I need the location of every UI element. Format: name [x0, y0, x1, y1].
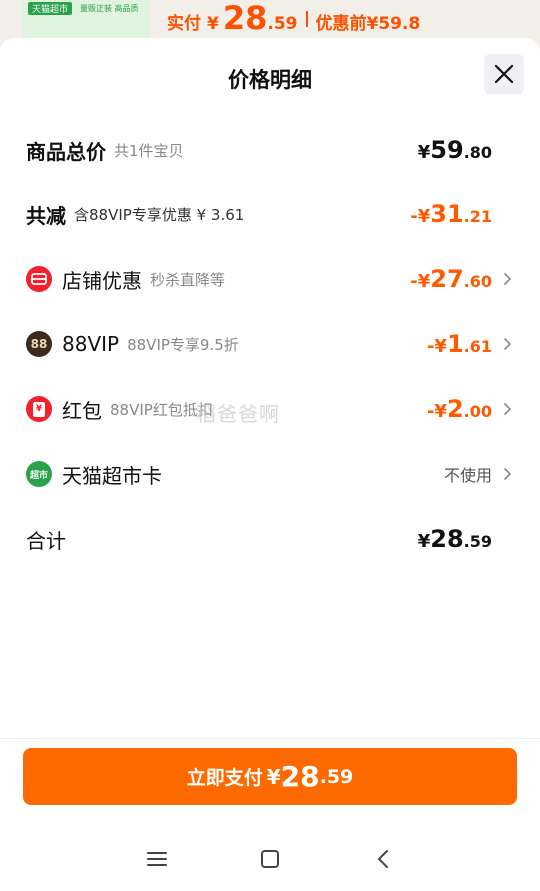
- row-sub: 秒杀直降等: [150, 270, 226, 289]
- chevron-right-icon: [492, 467, 512, 481]
- product-thumbnail: 天猫超市 量贩正装 高品质: [22, 0, 150, 40]
- amount-dec: .61: [463, 337, 492, 356]
- amount-dec: .80: [463, 143, 492, 162]
- divider: [305, 11, 308, 27]
- back-button[interactable]: [363, 839, 403, 879]
- row-label: 红包: [62, 398, 102, 423]
- pay-now-button[interactable]: 立即支付 ¥ 28 .59: [23, 748, 517, 805]
- pay-currency: ¥: [266, 764, 281, 789]
- chevron-right-icon: [492, 402, 512, 416]
- amount-dec: .21: [463, 207, 492, 226]
- back-icon: [377, 849, 389, 868]
- row-sum: 合计 ¥ 28 .59: [26, 519, 512, 559]
- chevron-right-icon: [492, 272, 512, 286]
- store-discount-amount: -¥ 27 .60: [410, 265, 492, 293]
- row-label: 共减: [26, 203, 66, 228]
- sum-amount: ¥ 28 .59: [418, 525, 492, 553]
- row-88vip[interactable]: 88 88VIP 88VIP专享9.5折 -¥ 1 .61: [26, 324, 512, 364]
- row-label: 合计: [26, 528, 66, 553]
- goods-total-amount: ¥ 59 .80: [418, 136, 492, 164]
- currency: -¥: [426, 401, 447, 422]
- sheet-title: 价格明细: [228, 68, 312, 92]
- thumbnail-tag: 天猫超市: [28, 2, 73, 15]
- home-button[interactable]: [250, 839, 290, 879]
- 88vip-icon: 88: [26, 331, 52, 357]
- amount-dec: .60: [463, 272, 492, 291]
- menu-button[interactable]: [137, 839, 177, 879]
- row-label: 天猫超市卡: [62, 463, 162, 488]
- amount-int: 2: [446, 395, 464, 423]
- amount-dec: .59: [463, 532, 492, 551]
- tmall-icon-text: 超市: [29, 470, 48, 481]
- row-tmall-card[interactable]: 超市 天猫超市卡 不使用: [26, 454, 512, 494]
- 88vip-discount-amount: -¥ 1 .61: [427, 330, 492, 358]
- pay-amount-dec: .59: [319, 765, 354, 788]
- watermark: 稻爸爸啊: [196, 402, 280, 426]
- amount-int: 31: [430, 200, 464, 228]
- paid-amount-int: 28: [222, 0, 268, 37]
- row-total-reduce: 共减 含88VIP专享优惠 ¥ 3.61 -¥ 31 .21: [26, 194, 512, 234]
- row-goods-total: 商品总价 共1件宝贝 ¥ 59 .80: [26, 130, 512, 170]
- amount-int: 28: [430, 525, 464, 553]
- divider: [0, 738, 540, 739]
- chevron-right-icon: [492, 337, 512, 351]
- pay-amount-int: 28: [280, 760, 320, 793]
- currency: -¥: [410, 271, 431, 292]
- row-sub: 含88VIP专享优惠 ¥ 3.61: [74, 205, 245, 224]
- tmall-supermarket-icon: 超市: [26, 461, 52, 487]
- before-discount-price: 优惠前¥59.8: [315, 14, 421, 34]
- row-store-discount[interactable]: 店铺优惠 秒杀直降等 -¥ 27 .60: [26, 259, 512, 299]
- currency: -¥: [426, 336, 447, 357]
- thumbnail-caption: 量贩正装 高品质: [80, 4, 139, 13]
- amount-dec: .00: [463, 402, 492, 421]
- 88vip-icon-text: 88: [30, 337, 48, 351]
- currency: ¥: [417, 142, 431, 163]
- currency: -¥: [410, 206, 431, 227]
- paid-price-summary: 实付 ¥ 28 .59 优惠前¥59.8: [167, 0, 420, 38]
- amount-int: 1: [446, 330, 464, 358]
- close-button[interactable]: [484, 54, 524, 94]
- pay-label: 立即支付: [186, 767, 263, 789]
- row-label: 店铺优惠: [62, 268, 142, 293]
- row-sub: 共1件宝贝: [114, 141, 184, 160]
- system-navbar: [0, 826, 540, 891]
- paid-amount-dec: .59: [267, 14, 298, 34]
- red-packet-icon-text: ¥: [35, 404, 43, 414]
- amount-int: 27: [430, 265, 464, 293]
- row-label: 商品总价: [26, 139, 106, 164]
- home-icon: [260, 849, 279, 868]
- close-icon: [494, 64, 514, 84]
- row-sub: 88VIP专享9.5折: [127, 335, 239, 354]
- paid-currency: ¥: [207, 14, 219, 34]
- row-label: 88VIP: [62, 332, 120, 356]
- red-packet-icon: ¥: [26, 396, 52, 422]
- red-packet-amount: -¥ 2 .00: [427, 395, 492, 423]
- menu-icon: [146, 851, 167, 866]
- paid-label: 实付: [167, 14, 201, 34]
- total-reduce-amount: -¥ 31 .21: [410, 200, 492, 228]
- amount-int: 59: [430, 136, 464, 164]
- store-discount-icon: [26, 266, 52, 292]
- card-status: 不使用: [443, 466, 492, 485]
- currency: ¥: [417, 531, 431, 552]
